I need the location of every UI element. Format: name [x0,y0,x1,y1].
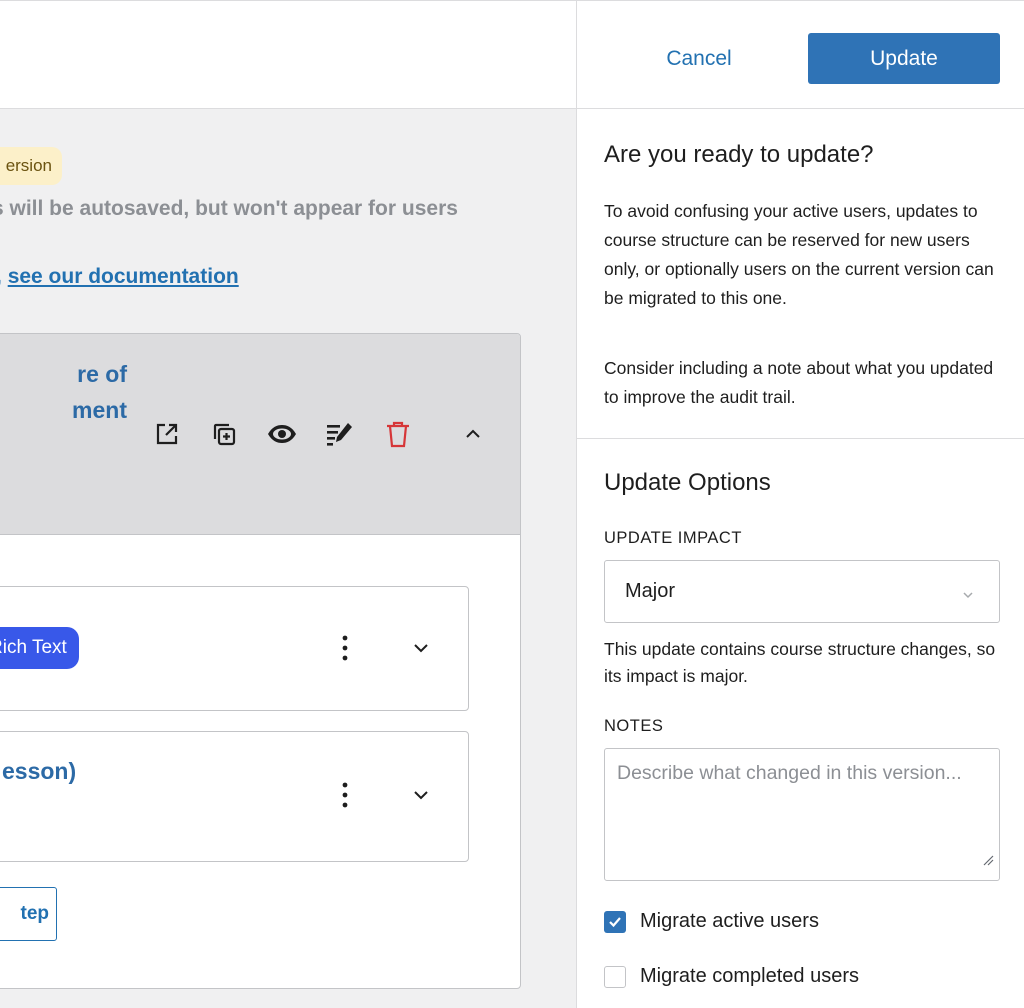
top-toolbar: Cancel Update [0,0,1024,109]
step-type-badge: Rich Text [0,627,79,669]
documentation-line: , see our documentation [0,265,239,289]
add-step-button[interactable]: tep [0,887,57,941]
course-editor: ersion s will be autosaved, but won't ap… [0,109,576,1008]
trash-icon[interactable] [383,419,413,449]
options-heading: Update Options [604,469,771,496]
module-title[interactable]: re of ment [7,356,127,428]
version-badge: ersion [0,147,62,185]
external-link-icon[interactable] [152,419,182,449]
impact-help: This update contains course structure ch… [604,639,996,686]
impact-select[interactable]: Major [604,560,1000,623]
ready-heading: Are you ready to update? [604,141,874,168]
doc-prefix: , [0,265,2,288]
notes-textarea[interactable]: Describe what changed in this version... [604,748,1000,881]
edit-list-icon[interactable] [325,419,355,449]
eye-icon[interactable] [267,419,297,449]
chevron-down-icon[interactable] [406,633,436,663]
more-vertical-icon[interactable] [330,633,360,663]
autosave-notice: s will be autosaved, but won't appear fo… [0,197,458,220]
impact-value: Major [625,580,676,602]
chevron-down-icon [961,583,975,606]
cancel-button[interactable]: Cancel [640,33,758,85]
step-title[interactable]: esson) [2,758,76,785]
more-vertical-icon[interactable] [330,780,360,810]
notes-placeholder: Describe what changed in this version... [617,762,962,784]
duplicate-icon[interactable] [209,419,239,449]
migrate-completed-label: Migrate completed users [640,965,859,987]
chevron-down-icon[interactable] [406,780,436,810]
resize-grip-icon[interactable] [982,846,994,875]
section-divider [577,438,1024,439]
migrate-active-label: Migrate active users [640,910,819,932]
update-button[interactable]: Update [808,33,1000,84]
notes-label: NOTES [604,717,664,735]
documentation-link[interactable]: see our documentation [8,265,239,288]
step-item[interactable]: esson) [0,731,469,862]
chevron-up-icon[interactable] [458,419,488,449]
ready-description: To avoid confusing your active users, up… [604,201,994,308]
migrate-active-checkbox[interactable]: Migrate active users [604,910,819,933]
migrate-completed-checkbox[interactable]: Migrate completed users [604,965,859,988]
audit-note-hint: Consider including a note about what you… [604,358,994,407]
update-panel: Are you ready to update? To avoid confus… [577,109,1024,1008]
module-card: re of ment ich Text esson) [0,333,521,989]
checkbox-unchecked-icon[interactable] [604,965,626,988]
module-header: re of ment [0,334,520,535]
impact-label: UPDATE IMPACT [604,529,742,547]
checkbox-checked-icon[interactable] [604,910,626,933]
